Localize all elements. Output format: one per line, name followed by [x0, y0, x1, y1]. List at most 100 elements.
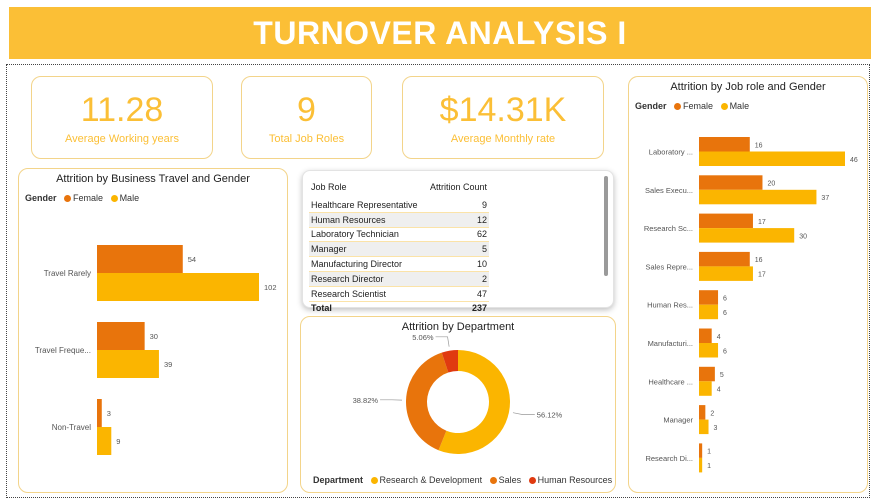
data-label: 1	[707, 463, 711, 470]
table-row[interactable]: Research Scientist 47	[309, 286, 489, 302]
job-role-cell: Laboratory Technician	[309, 227, 425, 243]
attrition-count-cell: 10	[424, 256, 489, 272]
bar-female	[699, 213, 753, 229]
job-role-table: Job Role Attrition Count Healthcare Repr…	[309, 176, 489, 315]
bar-male	[97, 427, 112, 455]
kpi-value: $14.31K	[439, 90, 567, 129]
legend-rd: Research & Development	[379, 475, 483, 485]
table-scrollbar[interactable]	[604, 176, 608, 276]
job-role-cell: Research Director	[309, 271, 425, 287]
job-role-cell: Human Resources	[309, 212, 425, 228]
job-role-table-card[interactable]: Job Role Attrition Count Healthcare Repr…	[302, 170, 614, 313]
data-label: 46	[850, 157, 858, 164]
job-role-cell: Manufacturing Director	[309, 256, 425, 272]
kpi-card-working-years[interactable]: 11.28 Average Working years	[31, 76, 213, 159]
bar-female	[699, 328, 712, 343]
bar-male	[699, 304, 719, 320]
leader-line	[435, 336, 450, 347]
column-header-attrition-count[interactable]: Attrition Count	[425, 176, 489, 198]
table-total-row: Total 237	[309, 301, 489, 315]
category-label: Travel Rarely	[44, 269, 91, 278]
department-legend: Department Research & Development Sales …	[313, 475, 612, 485]
bar-male	[699, 457, 703, 473]
kpi-value: 9	[297, 90, 316, 129]
slice-label: 38.82%	[353, 396, 379, 405]
legend-title: Department	[313, 475, 364, 485]
travel-chart-card[interactable]: Attrition by Business Travel and Gender …	[18, 168, 288, 493]
title-banner: TURNOVER ANALYSIS I	[9, 7, 871, 59]
department-donut-plot: 56.12% 38.82% 5.06%	[353, 333, 563, 454]
legend-hr: Human Resources	[537, 475, 613, 485]
bar-male	[699, 266, 753, 281]
slice-label: 5.06%	[412, 333, 434, 342]
category-label: Manufacturi...	[648, 339, 693, 348]
data-label: 6	[723, 348, 727, 355]
table-row[interactable]: Research Director 2	[309, 271, 489, 287]
legend-sales: Sales	[498, 475, 522, 485]
attrition-count-cell: 5	[424, 241, 489, 258]
data-label: 3	[107, 409, 111, 418]
category-label: Healthcare ...	[648, 377, 693, 386]
total-value: 237	[471, 303, 487, 314]
bar-male	[699, 228, 795, 243]
bar-male	[699, 189, 817, 205]
bar-female	[97, 399, 102, 427]
category-label: Non-Travel	[52, 423, 91, 432]
data-label: 3	[714, 425, 718, 432]
category-label: Travel Freque...	[35, 346, 91, 355]
kpi-label: Average Working years	[65, 132, 179, 145]
kpi-label: Average Monthly rate	[450, 132, 556, 145]
data-label: 4	[717, 334, 721, 341]
attrition-count-cell: 2	[424, 271, 489, 287]
page-title: TURNOVER ANALYSIS I	[253, 14, 627, 51]
kpi-value: 11.28	[80, 90, 164, 129]
table-row[interactable]: Manager 5	[309, 241, 489, 258]
data-label: 16	[755, 142, 763, 149]
leader-line	[512, 412, 535, 415]
job-role-cell: Healthcare Representative	[309, 198, 425, 213]
data-label: 6	[723, 295, 727, 302]
data-label: 9	[116, 437, 120, 446]
kpi-card-monthly-rate[interactable]: $14.31K Average Monthly rate	[402, 76, 604, 159]
travel-chart-plot: Travel Rarely 54 102 Travel Freque... 30 3 9 No…	[35, 245, 277, 455]
table-row[interactable]: Human Resources 12	[309, 212, 489, 228]
legend-sales-marker	[489, 476, 497, 484]
attrition-count-cell: 62	[424, 227, 489, 243]
legend-hr-marker	[528, 476, 536, 484]
bar-male	[97, 273, 259, 301]
data-label: 102	[264, 283, 277, 292]
category-label: Sales Repre...	[645, 262, 693, 271]
bar-female	[699, 290, 719, 305]
table-row[interactable]: Healthcare Representative 9	[309, 198, 489, 213]
bar-female	[699, 137, 750, 152]
job-role-cell: Research Scientist	[309, 286, 425, 302]
column-header-job-role[interactable]: Job Role	[309, 176, 425, 198]
data-label: 20	[767, 181, 775, 188]
table-row[interactable]: Laboratory Technician 62	[309, 227, 489, 243]
total-label: Total	[311, 303, 332, 314]
bar-male	[699, 343, 719, 358]
bar-male	[699, 381, 712, 396]
attrition-count-cell: 12	[424, 212, 489, 228]
category-label: Human Res...	[647, 301, 693, 310]
bar-female	[699, 251, 750, 267]
data-label: 54	[188, 255, 196, 264]
bar-female	[699, 366, 715, 382]
donut-slice-sales	[406, 352, 449, 451]
job-role-chart-plot: Laboratory ...1646Sales Execu...2037Rese…	[644, 137, 858, 473]
bar-female	[97, 322, 145, 350]
category-label: Manager	[663, 416, 693, 425]
data-label: 30	[799, 233, 807, 240]
data-label: 6	[723, 310, 727, 317]
job-role-chart-card[interactable]: Attrition by Job role and Gender Gender …	[628, 76, 868, 493]
bar-female	[699, 175, 763, 190]
kpi-card-job-roles[interactable]: 9 Total Job Roles	[241, 76, 372, 159]
data-label: 30	[150, 332, 158, 341]
bar-female	[97, 245, 183, 273]
data-label: 1	[707, 449, 711, 456]
department-chart-card[interactable]: Attrition by Department 56.12% 38.82% 5.06…	[300, 316, 616, 493]
data-label: 2	[710, 410, 714, 417]
job-role-cell: Manager	[309, 241, 425, 258]
table-row[interactable]: Manufacturing Director 10	[309, 256, 489, 272]
attrition-count-cell: 47	[424, 286, 489, 302]
